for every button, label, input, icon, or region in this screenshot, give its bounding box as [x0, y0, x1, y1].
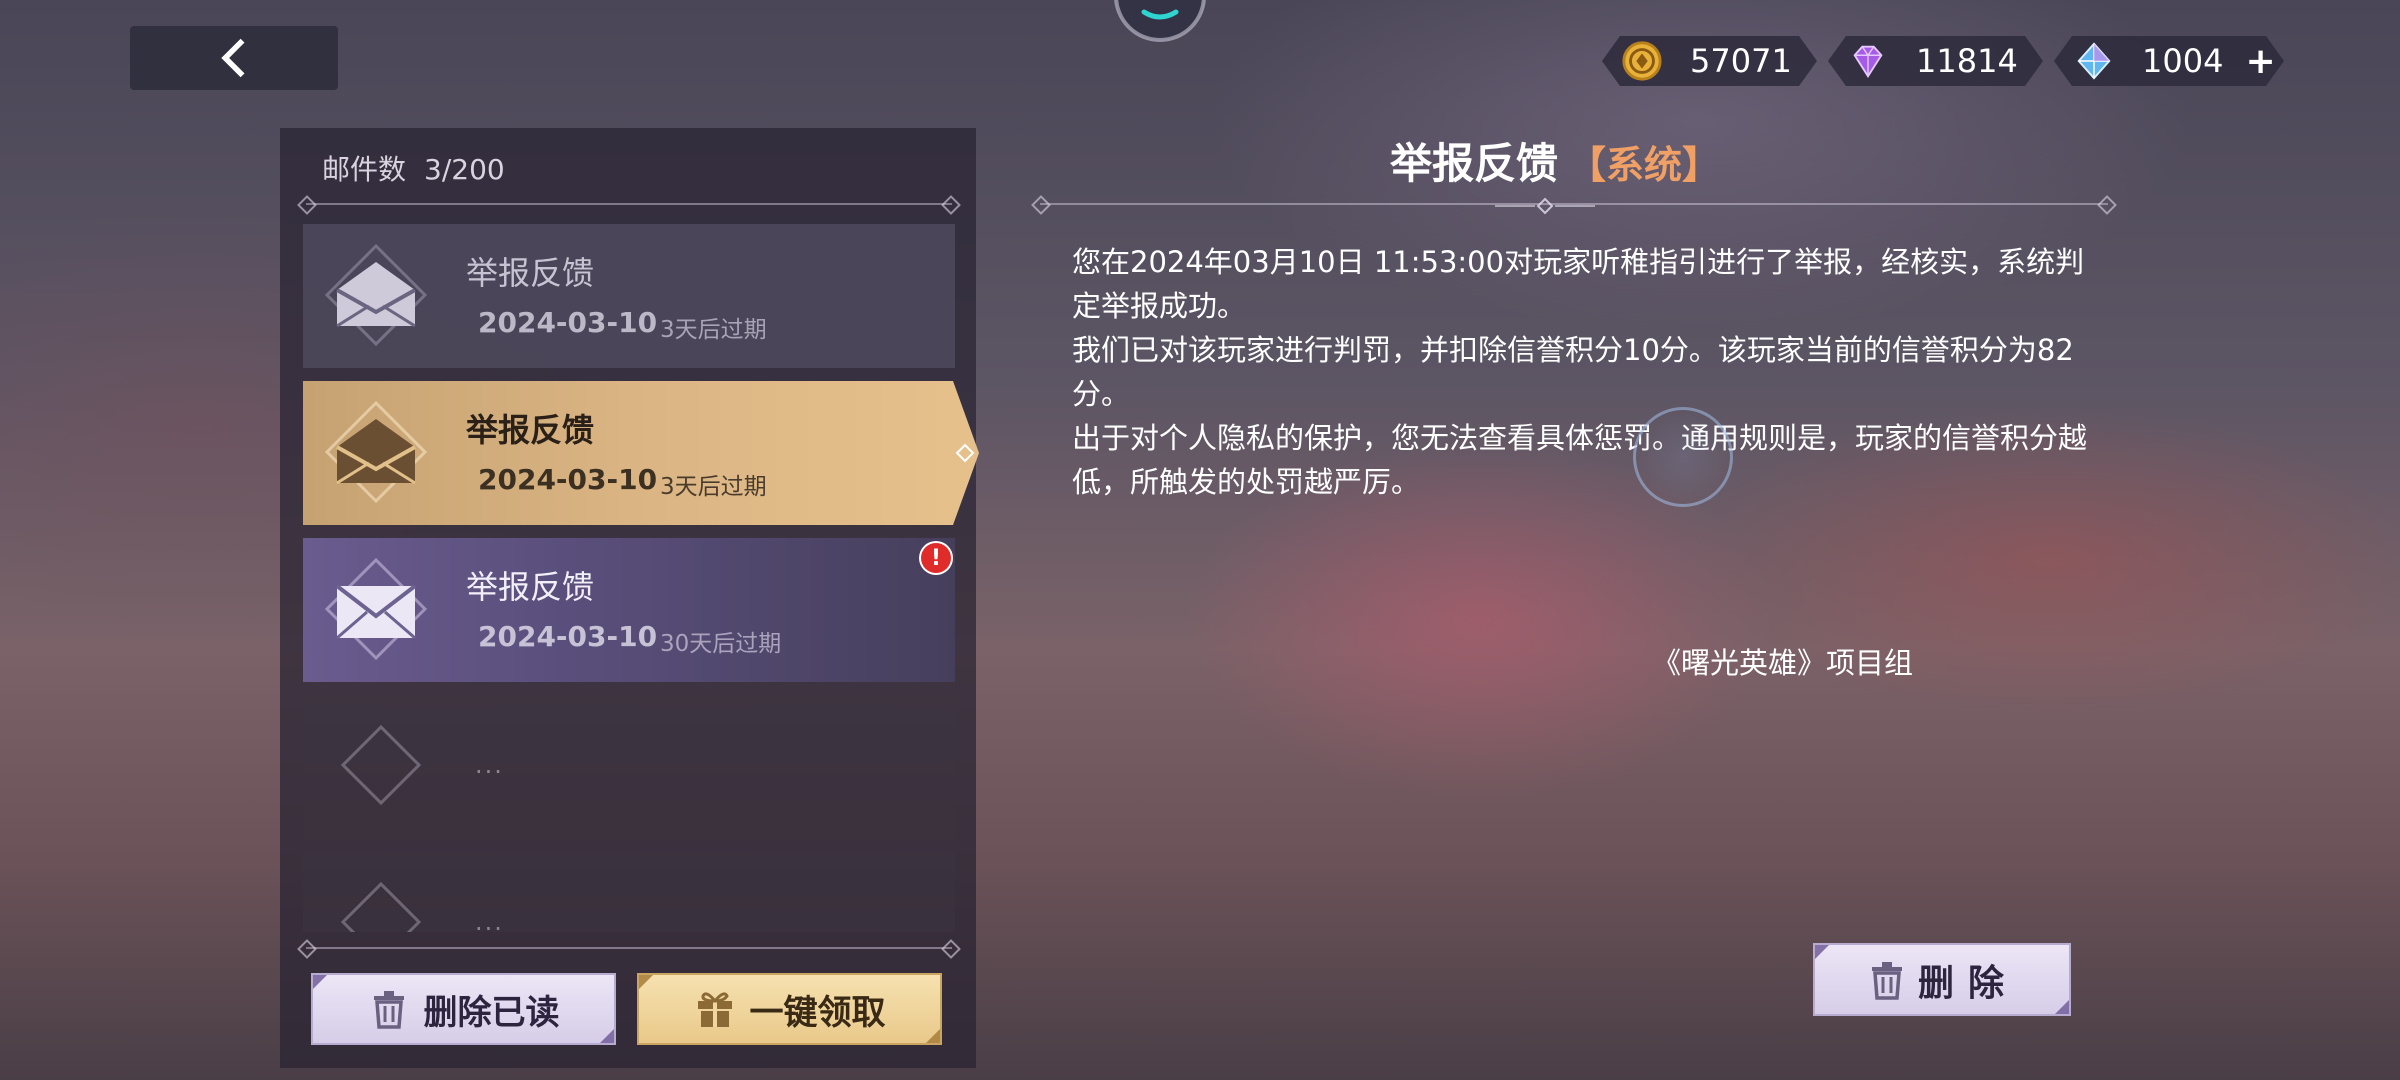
mail-date: 2024-03-10 — [478, 620, 658, 653]
trash-icon — [1871, 961, 1902, 1000]
mail-detail-title: 举报反馈 — [1390, 139, 1559, 188]
mail-body-paragraph: 出于对个人隐私的保护，您无法查看具体惩罚。通用规则是，玩家的信誉积分越低，所触发… — [1072, 421, 2088, 499]
mail-count-label: 邮件数 — [322, 153, 407, 186]
mail-expiry: 3天后过期 — [660, 474, 767, 500]
claim-all-label: 一键领取 — [749, 992, 886, 1033]
mail-title: 举报反馈 — [466, 254, 595, 292]
currency-gold[interactable]: 57071 — [1602, 36, 1817, 86]
mail-expiry: 30天后过期 — [660, 631, 782, 657]
envelope-open-icon — [324, 400, 428, 504]
chevron-left-icon — [221, 38, 245, 78]
mail-date: 2024-03-10 — [478, 463, 658, 496]
divider — [306, 203, 952, 205]
mail-title: 举报反馈 — [466, 411, 595, 449]
mail-item-selected[interactable]: 举报反馈 2024-03-10 3天后过期 — [303, 381, 953, 525]
divider-ornament — [1495, 197, 1595, 215]
mail-body-paragraph: 您在2024年03月10日 11:53:00对玩家听稚指引进行了举报，经核实，系… — [1072, 245, 2085, 323]
mail-item-unread[interactable]: 举报反馈 2024-03-10 30天后过期 — [303, 538, 955, 682]
top-center-ornament — [1114, 0, 1206, 42]
envelope-open-icon — [324, 243, 428, 347]
divider — [306, 947, 952, 949]
delete-label: 删除 — [1917, 962, 2018, 1004]
claim-all-button[interactable]: 一键领取 — [637, 973, 942, 1045]
mail-title: 举报反馈 — [466, 568, 595, 606]
mail-count: 邮件数 3/200 — [322, 148, 505, 188]
gold-amount: 57071 — [1690, 42, 1792, 80]
delete-read-button[interactable]: 删除已读 — [311, 973, 616, 1045]
mail-body-paragraph: 我们已对该玩家进行判罚，并扣除信誉积分10分。该玩家当前的信誉积分为82分。 — [1072, 333, 2074, 411]
currency-blue-diamond[interactable]: 1004 + — [2054, 36, 2284, 86]
mail-date: 2024-03-10 — [478, 306, 658, 339]
unread-alert-badge: ! — [921, 543, 951, 573]
delete-button[interactable]: 删除 — [1813, 943, 2071, 1016]
empty-mail-slot: ... — [303, 695, 955, 839]
back-button[interactable] — [130, 26, 338, 90]
trash-icon — [373, 991, 404, 1029]
blue-diamond-amount: 1004 — [2142, 42, 2224, 80]
delete-read-label: 删除已读 — [423, 992, 560, 1033]
gift-icon — [697, 992, 732, 1027]
add-currency-button[interactable]: + — [2245, 41, 2275, 82]
envelope-closed-icon — [324, 557, 428, 661]
empty-mail-slot: ... — [303, 852, 955, 932]
mail-item[interactable]: 举报反馈 2024-03-10 3天后过期 — [303, 224, 955, 368]
blue-gem-icon — [2072, 39, 2116, 83]
selected-arrow-icon — [953, 381, 979, 525]
mail-detail-tag: 【系统】 — [1568, 143, 1721, 187]
mail-count-value: 3/200 — [424, 153, 505, 186]
diamond-placeholder-icon — [341, 725, 421, 805]
placeholder-dots: ... — [475, 908, 504, 932]
currency-purple-diamond[interactable]: 11814 — [1828, 36, 2043, 86]
touch-indicator — [1633, 407, 1733, 507]
purple-gem-icon — [1846, 39, 1890, 83]
placeholder-dots: ... — [475, 751, 504, 779]
mail-expiry: 3天后过期 — [660, 317, 767, 343]
coin-icon — [1620, 39, 1664, 83]
purple-diamond-amount: 11814 — [1916, 42, 2018, 80]
mail-signature: 《曙光英雄》项目组 — [1652, 646, 1914, 680]
diamond-placeholder-icon — [341, 882, 421, 932]
